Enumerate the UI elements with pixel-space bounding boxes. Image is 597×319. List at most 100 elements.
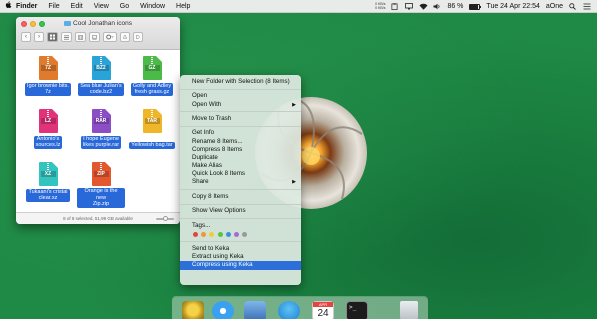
menu-item-rename[interactable]: Rename 8 Items... xyxy=(180,138,301,146)
window-title-text: Cool Jonathan icons xyxy=(73,20,132,27)
menu-item-show-view-options[interactable]: Show View Options xyxy=(180,207,301,215)
file-ext: RAR xyxy=(93,118,109,124)
tag-green-dot[interactable] xyxy=(217,231,223,237)
preview-icon[interactable] xyxy=(244,301,266,319)
gallery-view-button[interactable] xyxy=(89,32,100,42)
file-ext: TAR xyxy=(144,118,160,124)
menu-bar: Finder File Edit View Go Window Help 0 K… xyxy=(0,0,597,13)
file-item[interactable]: XZ Tukaani's cristal clear.xz xyxy=(24,162,72,204)
submenu-arrow-icon: ▶ xyxy=(292,179,296,186)
file-item[interactable]: TAR Yellowish bag.tar xyxy=(128,109,176,151)
tag-orange-dot[interactable] xyxy=(201,231,207,237)
menu-go[interactable]: Go xyxy=(120,3,129,10)
menubar-clock[interactable]: Tue 24 Apr 22:54 xyxy=(486,3,539,10)
file-name: Golly and Adley fresh grass.gz xyxy=(130,82,174,96)
file-name: Igor brownie bits. 7z xyxy=(25,82,71,96)
trash-icon[interactable] xyxy=(400,301,418,319)
battery-percent[interactable]: 86 % xyxy=(447,3,463,10)
menu-window[interactable]: Window xyxy=(140,3,165,10)
menu-item-compress-using-keka[interactable]: Compress using Keka xyxy=(180,261,301,270)
slider-knob[interactable] xyxy=(163,216,168,221)
gear-icon xyxy=(106,34,114,40)
calendar-day: 24 xyxy=(317,308,329,319)
tag-red-dot[interactable] xyxy=(193,231,198,237)
volume-icon[interactable] xyxy=(433,3,441,10)
selection-status: 8 of 8 selected, 51,99 GB available xyxy=(63,216,133,221)
action-gear-button[interactable] xyxy=(103,32,117,42)
dock-app-icon[interactable] xyxy=(182,301,204,319)
tag-yellow-dot[interactable] xyxy=(209,231,215,237)
window-titlebar[interactable]: Cool Jonathan icons ‹ › xyxy=(16,17,180,50)
terminal-icon[interactable]: >_ xyxy=(346,301,368,319)
finder-window: Cool Jonathan icons ‹ › 7Z Igor brownie … xyxy=(16,17,180,224)
menu-item-move-to-trash[interactable]: Move to Trash xyxy=(180,115,301,123)
menu-item-new-folder-with-selection[interactable]: New Folder with Selection (8 Items) xyxy=(180,78,301,86)
file-item[interactable]: GZ Golly and Adley fresh grass.gz xyxy=(128,56,176,98)
tag-gray-dot[interactable] xyxy=(242,231,248,237)
file-ext: XZ xyxy=(40,171,56,177)
menu-separator xyxy=(180,111,301,113)
file-item[interactable]: ZIP Orange is the new Zip.zip xyxy=(77,162,125,210)
menu-view[interactable]: View xyxy=(94,3,109,10)
menu-finder[interactable]: Finder xyxy=(16,3,37,10)
clipboard-icon[interactable] xyxy=(391,3,399,10)
menu-item-share[interactable]: Share ▶ xyxy=(180,178,301,186)
icon-size-slider[interactable] xyxy=(156,216,174,221)
column-view-button[interactable] xyxy=(75,32,86,42)
archive-xz-icon: XZ xyxy=(38,162,58,186)
battery-level-fill xyxy=(470,4,479,9)
menu-item-tags[interactable]: Tags... xyxy=(180,222,301,230)
menu-file[interactable]: File xyxy=(48,3,59,10)
list-view-button[interactable] xyxy=(61,32,72,42)
grid-icon xyxy=(50,34,55,40)
share-button[interactable] xyxy=(120,32,130,42)
file-ext: 7Z xyxy=(40,65,56,71)
tag-button[interactable] xyxy=(133,32,143,42)
file-ext: GZ xyxy=(144,65,160,71)
menu-item-make-alias[interactable]: Make Alias xyxy=(180,162,301,170)
columns-icon xyxy=(78,34,83,40)
search-icon[interactable] xyxy=(569,3,577,10)
apple-menu-icon[interactable] xyxy=(0,1,16,11)
menu-item-send-to-keka[interactable]: Send to Keka xyxy=(180,245,301,253)
network-speed[interactable]: 0 KB/s 0 KB/s xyxy=(375,2,385,10)
icon-view-button[interactable] xyxy=(47,32,58,42)
menu-item-open-with[interactable]: Open With ▶ xyxy=(180,101,301,109)
wifi-icon[interactable] xyxy=(419,3,428,10)
forward-button[interactable]: › xyxy=(34,32,44,42)
safari-icon[interactable] xyxy=(212,301,234,319)
menu-item-quick-look[interactable]: Quick Look 8 Items xyxy=(180,170,301,178)
menu-item-extract-using-keka[interactable]: Extract using Keka xyxy=(180,253,301,261)
submenu-arrow-icon: ▶ xyxy=(292,101,296,108)
menu-item-copy[interactable]: Copy 8 Items xyxy=(180,193,301,201)
menu-item-open[interactable]: Open xyxy=(180,92,301,100)
back-button[interactable]: ‹ xyxy=(21,32,31,42)
menu-edit[interactable]: Edit xyxy=(71,3,83,10)
file-item[interactable]: RAR I hope Eugene likes purple.rar xyxy=(77,109,125,151)
archive-zip-icon: ZIP xyxy=(91,162,111,186)
file-item[interactable]: BZ2 Sea blue Julian's code.bz2 xyxy=(77,56,125,98)
app-store-icon[interactable] xyxy=(278,301,300,319)
tag-purple-dot[interactable] xyxy=(233,231,239,237)
menubar-user[interactable]: aOne xyxy=(546,3,563,10)
menu-item-get-info[interactable]: Get Info xyxy=(180,129,301,137)
folder-icon xyxy=(64,20,72,26)
menu-help[interactable]: Help xyxy=(176,3,190,10)
menu-separator xyxy=(180,88,301,90)
display-icon[interactable] xyxy=(405,3,414,10)
gallery-icon xyxy=(92,34,97,39)
file-item[interactable]: LZ Antonio's sources.lz xyxy=(24,109,72,151)
context-menu: New Folder with Selection (8 Items) Open… xyxy=(180,75,301,285)
tag-blue-dot[interactable] xyxy=(225,231,231,237)
file-item[interactable]: 7Z Igor brownie bits. 7z xyxy=(24,56,72,98)
menu-item-duplicate[interactable]: Duplicate xyxy=(180,154,301,162)
menu-item-compress[interactable]: Compress 8 Items xyxy=(180,146,301,154)
file-ext: ZIP xyxy=(93,171,109,177)
file-name: Orange is the new Zip.zip xyxy=(77,188,125,208)
archive-bz2-icon: BZ2 xyxy=(91,56,111,80)
finder-toolbar: ‹ › xyxy=(21,32,143,42)
list-menu-icon[interactable] xyxy=(583,3,591,10)
file-name: Sea blue Julian's code.bz2 xyxy=(78,82,124,96)
finder-status-bar: 8 of 8 selected, 51,99 GB available xyxy=(16,212,180,224)
calendar-icon[interactable]: APR 24 xyxy=(312,301,334,319)
